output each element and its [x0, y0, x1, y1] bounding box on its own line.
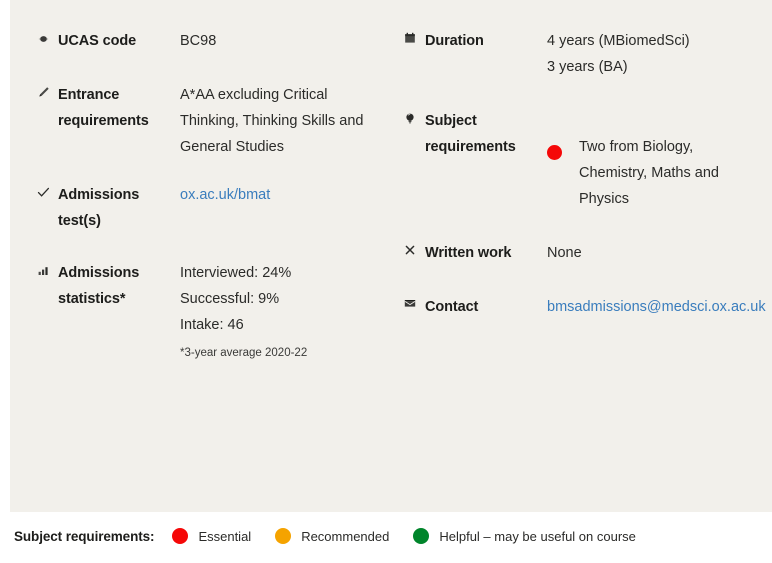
subject-requirements-essential-dot-wrap — [547, 134, 579, 167]
row-subject-requirements: Subject requirements Two from Biology, C… — [395, 108, 762, 212]
key-facts-left-column: UCAS code BC98 Entrance requirements A*A… — [28, 28, 395, 364]
row-admissions-statistics: Admissions statistics* Interviewed: 24% … — [28, 260, 387, 364]
value-written-work: None — [547, 240, 762, 266]
subject-requirements-body: Two from Biology, Chemistry, Maths and P… — [547, 134, 762, 212]
envelope-icon — [395, 294, 425, 309]
value-admissions-test: ox.ac.uk/bmat — [180, 182, 387, 208]
row-entrance-requirements: Entrance requirements A*AA excluding Cri… — [28, 82, 387, 160]
stat-successful: Successful: 9% — [180, 291, 280, 307]
row-duration: Duration 4 years (MBiomedSci) 3 years (B… — [395, 28, 762, 80]
label-ucas-code: UCAS code — [58, 33, 137, 49]
statistics-footnote: *3-year average 2020-22 — [180, 347, 308, 359]
written-work-value: None — [547, 245, 582, 261]
lightbulb-icon — [395, 108, 425, 125]
essential-dot-icon — [547, 145, 562, 160]
value-admissions-statistics: Interviewed: 24% Successful: 9% Intake: … — [180, 260, 387, 364]
helpful-legend-dot-icon — [413, 528, 430, 544]
checkmark-icon — [28, 182, 58, 199]
ucas-code-value: BC98 — [180, 33, 217, 49]
row-admissions-test: Admissions test(s) ox.ac.uk/bmat — [28, 182, 387, 234]
value-duration: 4 years (MBiomedSci) 3 years (BA) — [547, 28, 762, 80]
value-entrance-requirements: A*AA excluding Critical Thinking, Thinki… — [180, 82, 387, 160]
subject-requirements-spacer — [547, 108, 762, 134]
stat-interviewed: Interviewed: 24% — [180, 265, 292, 281]
essential-legend-dot-icon — [172, 528, 189, 544]
row-written-work: Written work None — [395, 240, 762, 266]
course-key-facts-panel: UCAS code BC98 Entrance requirements A*A… — [7, 0, 772, 512]
key-facts-right-column: Duration 4 years (MBiomedSci) 3 years (B… — [395, 28, 766, 364]
label-duration: Duration — [425, 33, 484, 49]
legend-label-recommended: Recommended — [301, 528, 390, 544]
row-contact: Contact bmsadmissions@medsci.ox.ac.uk — [395, 294, 766, 320]
label-entrance-requirements: Entrance requirements — [58, 87, 149, 129]
legend-title: Subject requirements: — [14, 528, 155, 544]
pencil-icon — [28, 82, 58, 99]
subject-requirements-text: Two from Biology, Chemistry, Maths and P… — [579, 139, 719, 207]
label-admissions-statistics: Admissions statistics* — [58, 265, 140, 307]
label-subject-requirements: Subject requirements — [425, 113, 516, 155]
cross-icon — [395, 240, 425, 256]
key-facts-grid: UCAS code BC98 Entrance requirements A*A… — [28, 28, 766, 364]
value-subject-requirements: Two from Biology, Chemistry, Maths and P… — [547, 108, 762, 212]
row-ucas-code: UCAS code BC98 — [28, 28, 387, 54]
label-contact: Contact — [425, 299, 479, 315]
bar-chart-icon — [28, 260, 58, 277]
label-admissions-test: Admissions test(s) — [58, 187, 140, 229]
recommended-legend-dot-icon — [275, 528, 292, 544]
subject-requirements-legend: Subject requirements: Essential Recommen… — [0, 528, 772, 544]
admissions-test-link[interactable]: ox.ac.uk/bmat — [180, 187, 270, 203]
legend-item-essential: Essential — [172, 528, 251, 544]
stat-intake: Intake: 46 — [180, 317, 244, 333]
label-written-work: Written work — [425, 245, 512, 261]
contact-email-link[interactable]: bmsadmissions@medsci.ox.ac.uk — [547, 299, 766, 315]
ucas-badge-icon — [28, 28, 58, 45]
value-contact: bmsadmissions@medsci.ox.ac.uk — [547, 294, 766, 320]
legend-item-recommended: Recommended — [275, 528, 389, 544]
entrance-requirements-text: A*AA excluding Critical Thinking, Thinki… — [180, 87, 364, 155]
legend-label-essential: Essential — [198, 528, 252, 544]
legend-label-helpful: Helpful – may be useful on course — [439, 528, 636, 544]
duration-option-1: 4 years (MBiomedSci) — [547, 33, 690, 49]
value-ucas-code: BC98 — [180, 28, 387, 54]
calendar-icon — [395, 28, 425, 44]
legend-item-helpful: Helpful – may be useful on course — [413, 528, 636, 544]
course-info-page: UCAS code BC98 Entrance requirements A*A… — [0, 0, 772, 563]
duration-option-2: 3 years (BA) — [547, 59, 628, 75]
